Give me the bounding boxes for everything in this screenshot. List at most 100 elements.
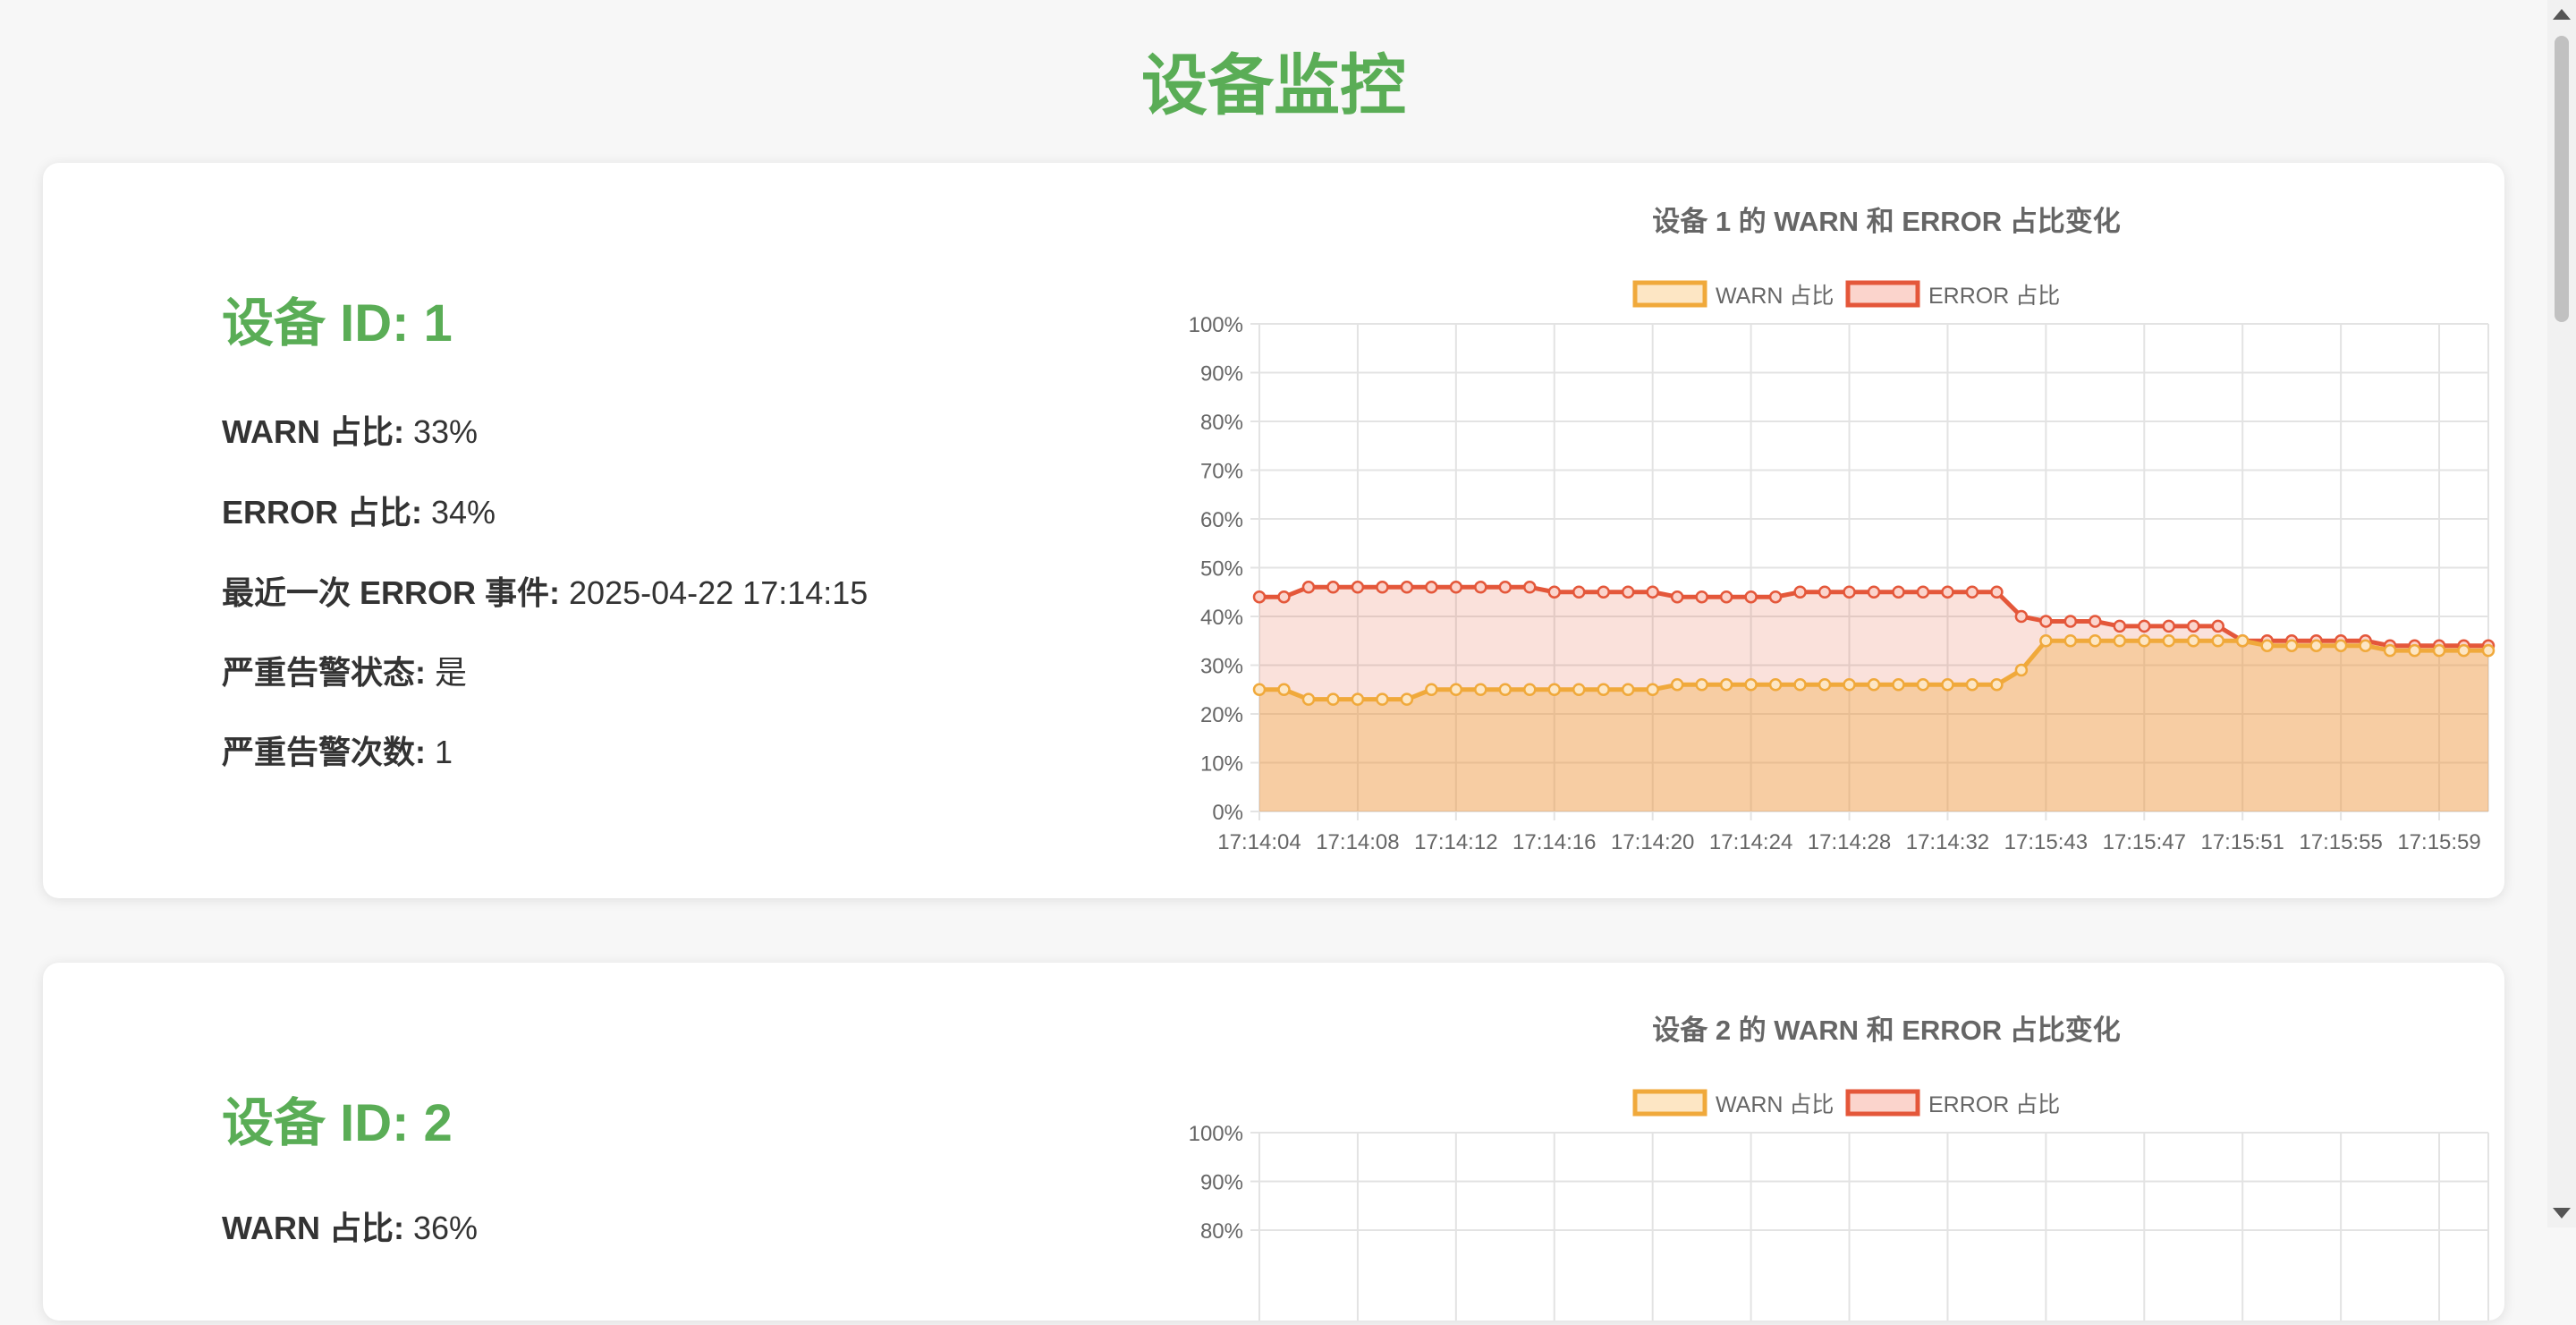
chart-title: 设备 2 的 WARN 和 ERROR 占比变化 <box>1652 1015 2121 1046</box>
last-error-value: 2025-04-22 17:14:15 <box>569 574 869 611</box>
data-point <box>1498 683 1513 696</box>
data-point <box>1646 683 1659 696</box>
data-point <box>1719 678 1733 692</box>
y-tick-label: 100% <box>1189 313 1243 337</box>
x-tick-label: 17:14:04 <box>1217 830 1301 854</box>
warn-ratio-value: 36% <box>413 1210 479 1246</box>
data-point <box>1965 678 1979 692</box>
data-point <box>2138 619 2151 633</box>
y-tick-label: 80% <box>1200 411 1243 435</box>
x-tick-label: 17:15:43 <box>2004 830 2088 854</box>
y-tick-label: 40% <box>1200 606 1243 630</box>
x-tick-label: 17:14:32 <box>1906 830 1989 854</box>
data-point <box>2186 634 2200 648</box>
data-point <box>2063 615 2078 628</box>
data-point <box>2211 619 2224 633</box>
legend-label-warn[interactable]: WARN 占比 <box>1716 284 1834 309</box>
device-id-heading: 设备 ID: 2 <box>222 1094 453 1152</box>
data-point <box>1719 590 1733 604</box>
data-point <box>2014 609 2029 624</box>
line-area-chart: 设备 1 的 WARN 和 ERROR 占比变化 WARN 占比 ERROR 占… <box>1189 206 2496 854</box>
data-point <box>1744 678 1758 692</box>
x-tick-label: 17:14:20 <box>1611 830 1694 854</box>
data-point <box>2089 615 2102 628</box>
x-tick-label: 17:15:51 <box>2200 830 2284 854</box>
data-point <box>1670 678 1684 692</box>
data-point <box>1916 678 1930 692</box>
legend-swatch-warn[interactable] <box>1632 1089 1707 1117</box>
scroll-thumb[interactable] <box>2555 36 2569 322</box>
data-point <box>1818 585 1832 599</box>
data-point <box>1621 585 1635 599</box>
y-tick-label: 30% <box>1200 655 1243 679</box>
device-chart: 设备 1 的 WARN 和 ERROR 占比变化 WARN 占比 ERROR 占… <box>1152 163 2512 903</box>
scroll-up-arrow-icon[interactable] <box>2553 9 2571 20</box>
data-point <box>1941 585 1954 599</box>
scroll-down-arrow-icon[interactable] <box>2553 1208 2571 1219</box>
data-point <box>2014 663 2029 677</box>
data-point <box>2334 639 2348 652</box>
y-tick-label: 80% <box>1200 1219 1243 1244</box>
data-point <box>1768 590 1783 604</box>
data-point <box>1252 683 1267 696</box>
data-point <box>1474 683 1487 696</box>
data-point <box>1670 590 1684 604</box>
alarm-status-label: 严重告警状态: <box>222 654 426 691</box>
device-id-heading: 设备 ID: 1 <box>222 294 453 352</box>
data-point <box>1867 585 1881 599</box>
data-point <box>1301 692 1316 706</box>
y-tick-label: 70% <box>1200 460 1243 484</box>
data-point <box>1695 590 1708 604</box>
data-point <box>1449 581 1463 594</box>
data-point <box>2039 615 2053 628</box>
last-error-row: 最近一次 ERROR 事件: 2025-04-22 17:14:15 <box>222 567 868 614</box>
data-point <box>1498 581 1513 594</box>
page-title: 设备监控 <box>1141 48 1406 123</box>
data-point <box>2138 634 2151 648</box>
data-point <box>1326 692 1340 706</box>
data-point <box>1277 683 1291 696</box>
device-card: 设备 ID: 1 WARN 占比: 33% ERROR 占比: 34% 最近一次… <box>43 163 2504 898</box>
data-point <box>2162 634 2176 648</box>
data-point <box>2113 634 2127 648</box>
warn-ratio-label: WARN 占比: <box>222 1210 404 1246</box>
chart-legend[interactable]: WARN 占比 ERROR 占比 <box>1632 1089 2060 1117</box>
data-point <box>1646 585 1659 599</box>
data-point <box>2089 634 2102 648</box>
data-point <box>2457 643 2470 658</box>
error-ratio-label: ERROR 占比: <box>222 494 422 531</box>
y-tick-label: 90% <box>1200 362 1243 386</box>
data-point <box>2481 643 2496 658</box>
y-tick-label: 0% <box>1212 801 1243 825</box>
data-point <box>1400 581 1414 594</box>
alarm-count-value: 1 <box>435 734 453 770</box>
y-tick-label: 50% <box>1200 557 1243 582</box>
data-point <box>1547 585 1562 599</box>
legend-label-error[interactable]: ERROR 占比 <box>1928 284 2060 309</box>
legend-label-error[interactable]: ERROR 占比 <box>1928 1092 2060 1117</box>
data-point <box>1252 590 1267 604</box>
legend-label-warn[interactable]: WARN 占比 <box>1716 1092 1834 1117</box>
data-point <box>1892 678 1905 692</box>
data-point <box>1425 581 1438 594</box>
data-point <box>2359 639 2372 652</box>
legend-swatch-error[interactable] <box>1845 1089 1920 1117</box>
data-point <box>2039 634 2053 648</box>
data-point <box>1376 581 1389 594</box>
chart-legend[interactable]: WARN 占比 ERROR 占比 <box>1632 280 2060 309</box>
vertical-scrollbar[interactable] <box>2547 0 2576 1227</box>
x-tick-label: 17:14:16 <box>1513 830 1596 854</box>
data-point <box>2162 619 2176 633</box>
legend-swatch-warn[interactable] <box>1632 280 1707 308</box>
data-point <box>2383 643 2397 658</box>
legend-swatch-error[interactable] <box>1845 280 1920 308</box>
data-point <box>1351 692 1365 706</box>
data-point <box>1867 678 1881 692</box>
y-tick-label: 60% <box>1200 508 1243 532</box>
data-point <box>2113 619 2127 633</box>
data-point <box>1301 581 1316 594</box>
data-point <box>1597 683 1610 696</box>
data-point <box>1695 678 1708 692</box>
data-point <box>1425 683 1438 696</box>
data-point <box>1892 585 1905 599</box>
